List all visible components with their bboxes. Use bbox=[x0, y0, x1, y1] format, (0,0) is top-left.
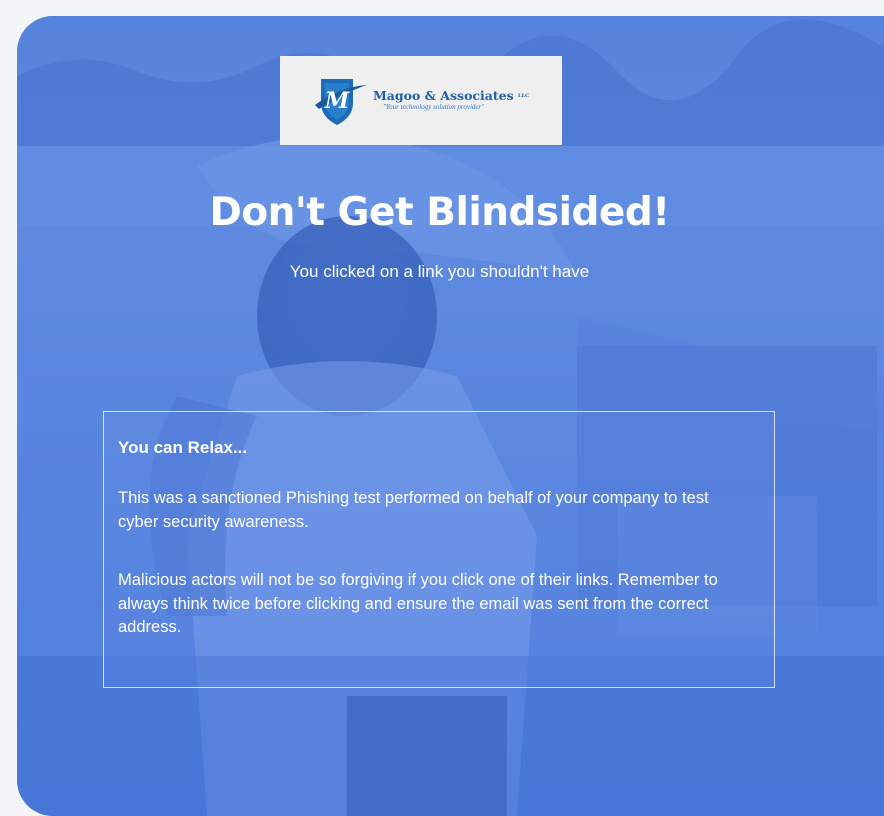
shield-logo-icon: M bbox=[314, 78, 367, 125]
company-logo: M Magoo & Associates LLC "Your technolog… bbox=[280, 56, 562, 145]
page-title: Don't Get Blindsided! bbox=[209, 190, 670, 235]
notice-paragraph: Malicious actors will not be so forgivin… bbox=[118, 571, 718, 636]
logo-wordmark: Magoo & Associates LLC "Your technology … bbox=[372, 87, 530, 112]
logo-monogram: M bbox=[324, 88, 350, 114]
logo-tagline: "Your technology solution provider" bbox=[382, 103, 485, 112]
logo-suffix: LLC bbox=[518, 92, 530, 99]
logo-content: M Magoo & Associates LLC "Your technolog… bbox=[313, 73, 529, 129]
notice-box: You can Relax... This was a sanctioned P… bbox=[103, 411, 775, 688]
notice-heading: You can Relax... bbox=[118, 438, 248, 457]
notice-paragraph: This was a sanctioned Phishing test perf… bbox=[118, 489, 709, 531]
phishing-landing-card: M Magoo & Associates LLC "Your technolog… bbox=[17, 16, 884, 816]
logo-company-name: Magoo & Associates LLC bbox=[372, 87, 530, 103]
logo-name-text: Magoo & Associates bbox=[372, 87, 514, 103]
page-subtitle: You clicked on a link you shouldn't have bbox=[289, 262, 590, 281]
